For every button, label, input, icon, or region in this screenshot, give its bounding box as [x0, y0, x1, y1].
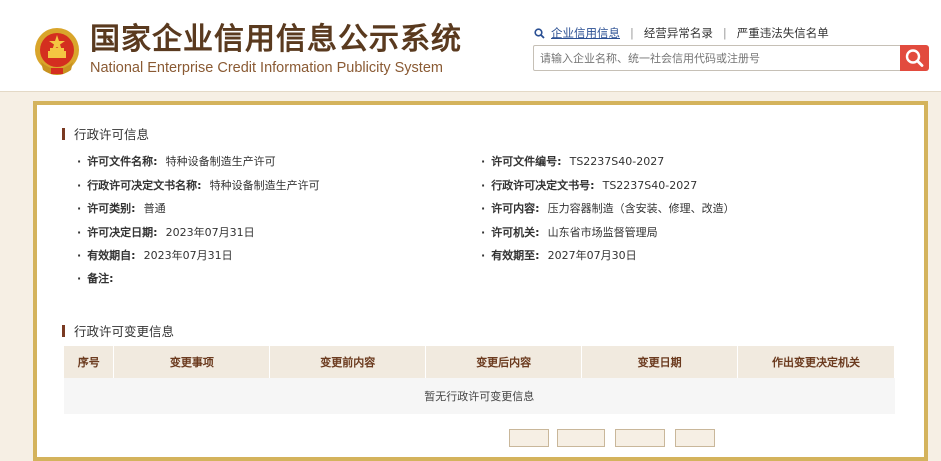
pager-last-button[interactable] — [675, 429, 715, 447]
column-header-after: 变更后内容 — [425, 346, 583, 378]
field-valid-to: · 有效期至: 2027年07月30日 — [481, 249, 637, 262]
field-decision-date: · 许可决定日期: 2023年07月31日 — [77, 226, 255, 239]
field-license-doc-number: · 许可文件编号: TS2237S40-2027 — [481, 155, 665, 168]
field-valid-from: · 有效期自: 2023年07月31日 — [77, 249, 233, 262]
column-header-index: 序号 — [64, 346, 115, 378]
site-header: 国家企业信用信息公示系统 National Enterprise Credit … — [0, 0, 941, 92]
nav-separator: | — [722, 26, 727, 40]
search-icon — [905, 49, 924, 67]
pager-prev-button[interactable] — [557, 429, 605, 447]
column-header-authority: 作出变更决定机关 — [737, 346, 895, 378]
search-bar — [533, 45, 929, 71]
brand-title-cn: 国家企业信用信息公示系统 — [90, 22, 462, 57]
field-remarks: · 备注: — [77, 272, 114, 285]
nav-link-abnormal-list[interactable]: 经营异常名录 — [644, 26, 713, 40]
top-nav: 企业信用信息 | 经营异常名录 | 严重违法失信名单 — [534, 24, 829, 42]
pager-first-button[interactable] — [509, 429, 549, 447]
section-marker — [62, 128, 65, 140]
field-decision-doc-number: · 行政许可决定文书号: TS2237S40-2027 — [481, 179, 698, 192]
nav-link-serious-violation-list[interactable]: 严重违法失信名单 — [737, 26, 829, 40]
field-license-content: · 许可内容: 压力容器制造（含安装、修理、改造） — [481, 202, 735, 215]
section-marker — [62, 325, 65, 337]
content-panel: 行政许可信息 · 许可文件名称: 特种设备制造生产许可 · 行政许可决定文书名称: 特种… — [33, 101, 928, 461]
table-row: 暂无行政许可变更信息 — [64, 378, 895, 414]
changes-table: 序号 变更事项 变更前内容 变更后内容 变更日期 作出变更决定机关 暂无行政许可… — [64, 346, 895, 414]
section-title-license: 行政许可信息 — [62, 126, 149, 144]
section-title-changes: 行政许可变更信息 — [62, 323, 174, 341]
pager-next-button[interactable] — [615, 429, 665, 447]
search-small-icon — [534, 28, 545, 39]
field-license-authority: · 许可机关: 山东省市场监督管理局 — [481, 226, 658, 239]
column-header-item: 变更事项 — [113, 346, 271, 378]
brand-title-en: National Enterprise Credit Information P… — [90, 60, 443, 76]
search-button[interactable] — [900, 45, 929, 71]
field-license-doc-name: · 许可文件名称: 特种设备制造生产许可 — [77, 155, 276, 168]
nav-link-enterprise-credit[interactable]: 企业信用信息 — [551, 26, 620, 40]
nav-separator: | — [630, 26, 634, 40]
search-input[interactable] — [533, 45, 901, 71]
column-header-before: 变更前内容 — [269, 346, 427, 378]
national-emblem-icon — [35, 28, 79, 75]
table-header-row: 序号 变更事项 变更前内容 变更后内容 变更日期 作出变更决定机关 — [64, 346, 895, 378]
field-decision-doc-name: · 行政许可决定文书名称: 特种设备制造生产许可 — [77, 179, 320, 192]
empty-state-text: 暂无行政许可变更信息 — [64, 378, 895, 414]
column-header-date: 变更日期 — [581, 346, 739, 378]
field-license-category: · 许可类别: 普通 — [77, 202, 166, 215]
